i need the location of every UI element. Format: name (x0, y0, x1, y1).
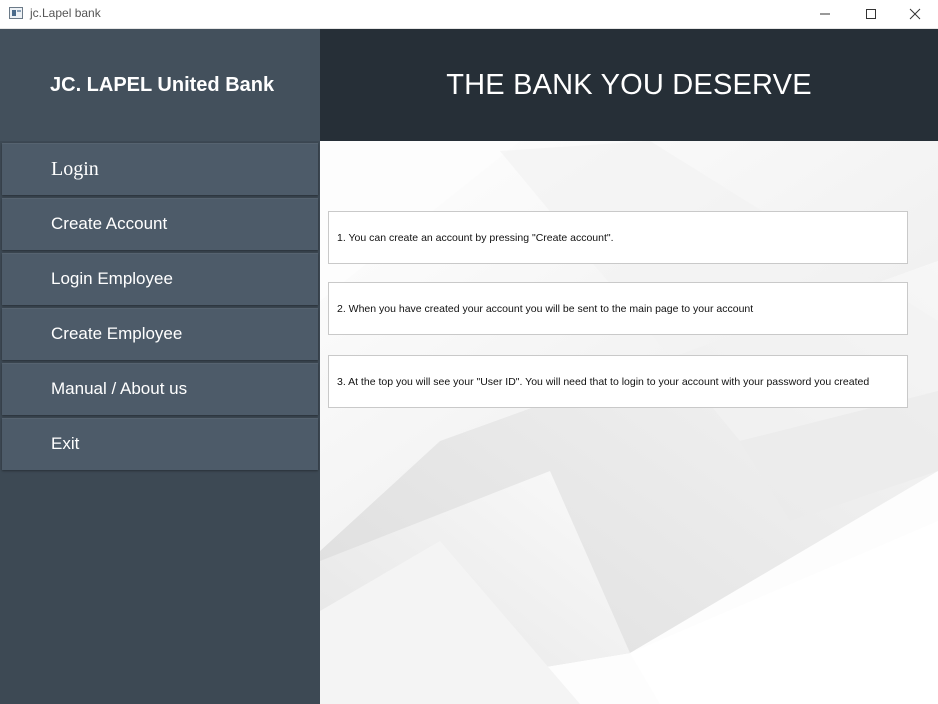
close-button[interactable] (892, 0, 938, 28)
minimize-button[interactable] (802, 0, 848, 28)
sidebar: JC. LAPEL United Bank Login Create Accou… (0, 29, 320, 704)
minimize-icon (820, 13, 830, 15)
instruction-text: 3. At the top you will see your "User ID… (337, 375, 870, 388)
sidebar-item-label: Create Employee (51, 324, 183, 343)
close-icon (909, 8, 921, 20)
sidebar-item-label: Login (51, 157, 99, 180)
brand-panel: JC. LAPEL United Bank (0, 29, 320, 141)
instruction-box-1: 1. You can create an account by pressing… (328, 211, 908, 264)
brand-name: JC. LAPEL United Bank (50, 73, 275, 96)
sidebar-item-login-employee[interactable]: Login Employee (2, 253, 318, 305)
app-window-icon (9, 7, 23, 19)
window-title: jc.Lapel bank (30, 6, 101, 20)
sidebar-item-exit[interactable]: Exit (2, 418, 318, 470)
main-content: 1. You can create an account by pressing… (320, 141, 938, 704)
page-header: THE BANK YOU DESERVE (320, 29, 938, 141)
page-title: THE BANK YOU DESERVE (446, 68, 812, 101)
sidebar-item-label: Manual / About us (51, 379, 188, 398)
sidebar-item-create-account[interactable]: Create Account (2, 198, 318, 250)
window-titlebar: jc.Lapel bank (0, 0, 938, 29)
instruction-box-3: 3. At the top you will see your "User ID… (328, 355, 908, 408)
sidebar-item-manual-about[interactable]: Manual / About us (2, 363, 318, 415)
instruction-text: 2. When you have created your account yo… (337, 302, 754, 315)
instruction-box-2: 2. When you have created your account yo… (328, 282, 908, 335)
sidebar-item-label: Exit (51, 434, 80, 453)
sidebar-item-login[interactable]: Login (2, 143, 318, 195)
sidebar-item-create-employee[interactable]: Create Employee (2, 308, 318, 360)
sidebar-item-label: Login Employee (51, 269, 173, 288)
maximize-icon (866, 9, 876, 19)
maximize-button[interactable] (848, 0, 894, 28)
sidebar-item-label: Create Account (51, 214, 168, 233)
instruction-text: 1. You can create an account by pressing… (337, 231, 614, 244)
